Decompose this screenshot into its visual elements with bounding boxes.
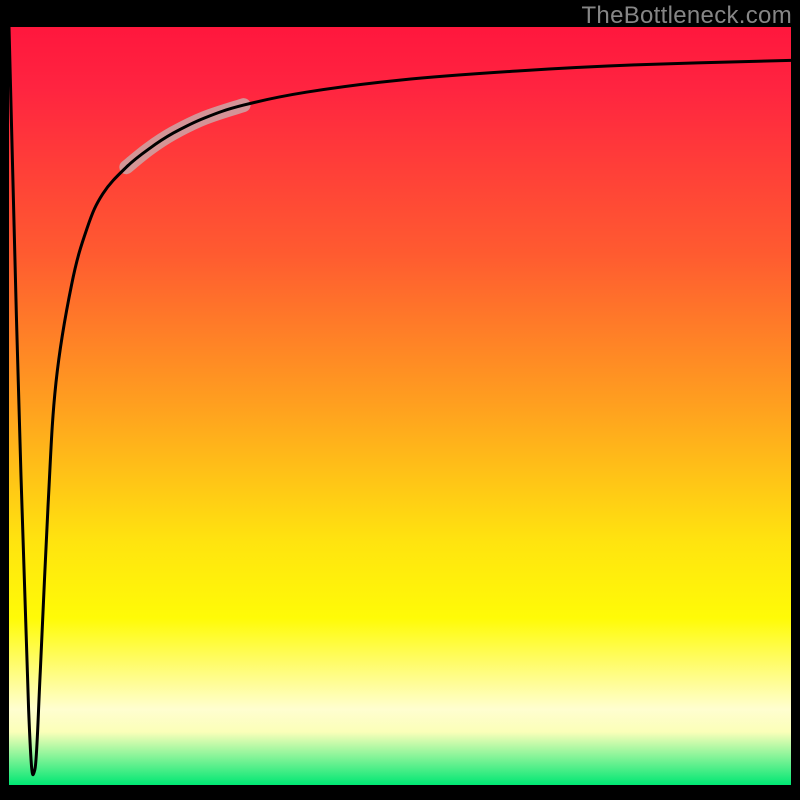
chart-frame: TheBottleneck.com — [0, 0, 800, 800]
curve-layer — [9, 27, 791, 785]
curve-highlight-segment — [126, 105, 243, 167]
watermark-text: TheBottleneck.com — [581, 2, 792, 30]
bottleneck-curve — [9, 27, 791, 775]
